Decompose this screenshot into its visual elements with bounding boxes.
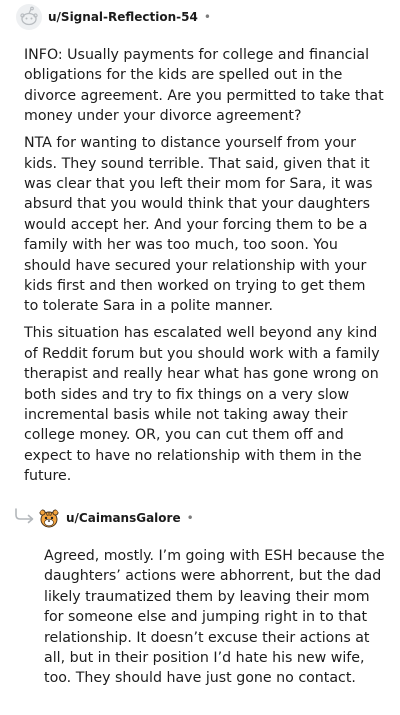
parent-comment-header: u/Signal-Reflection-54 • bbox=[16, 4, 211, 30]
reply-comment-username[interactable]: u/CaimansGalore bbox=[66, 511, 181, 525]
parent-comment-paragraph-1: INFO: Usually payments for college and f… bbox=[24, 47, 384, 125]
reply-arrow-icon bbox=[14, 508, 36, 528]
tiger-avatar-icon[interactable] bbox=[38, 507, 60, 529]
reply-comment-paragraph-1: Agreed, mostly. I’m going with ESH becau… bbox=[44, 548, 385, 687]
parent-comment-paragraph-3: This situation has escalated well beyond… bbox=[24, 325, 380, 485]
default-snoo-avatar-icon[interactable] bbox=[16, 4, 42, 30]
reply-comment-header: u/CaimansGalore • bbox=[38, 505, 194, 531]
parent-comment-body: INFO: Usually payments for college and f… bbox=[24, 45, 384, 493]
parent-comment-paragraph-2: NTA for wanting to distance yourself fro… bbox=[24, 135, 373, 315]
meta-separator: • bbox=[186, 511, 194, 525]
parent-comment-username[interactable]: u/Signal-Reflection-54 bbox=[48, 10, 198, 24]
meta-separator: • bbox=[203, 10, 211, 24]
reply-comment-body: Agreed, mostly. I’m going with ESH becau… bbox=[44, 546, 389, 695]
